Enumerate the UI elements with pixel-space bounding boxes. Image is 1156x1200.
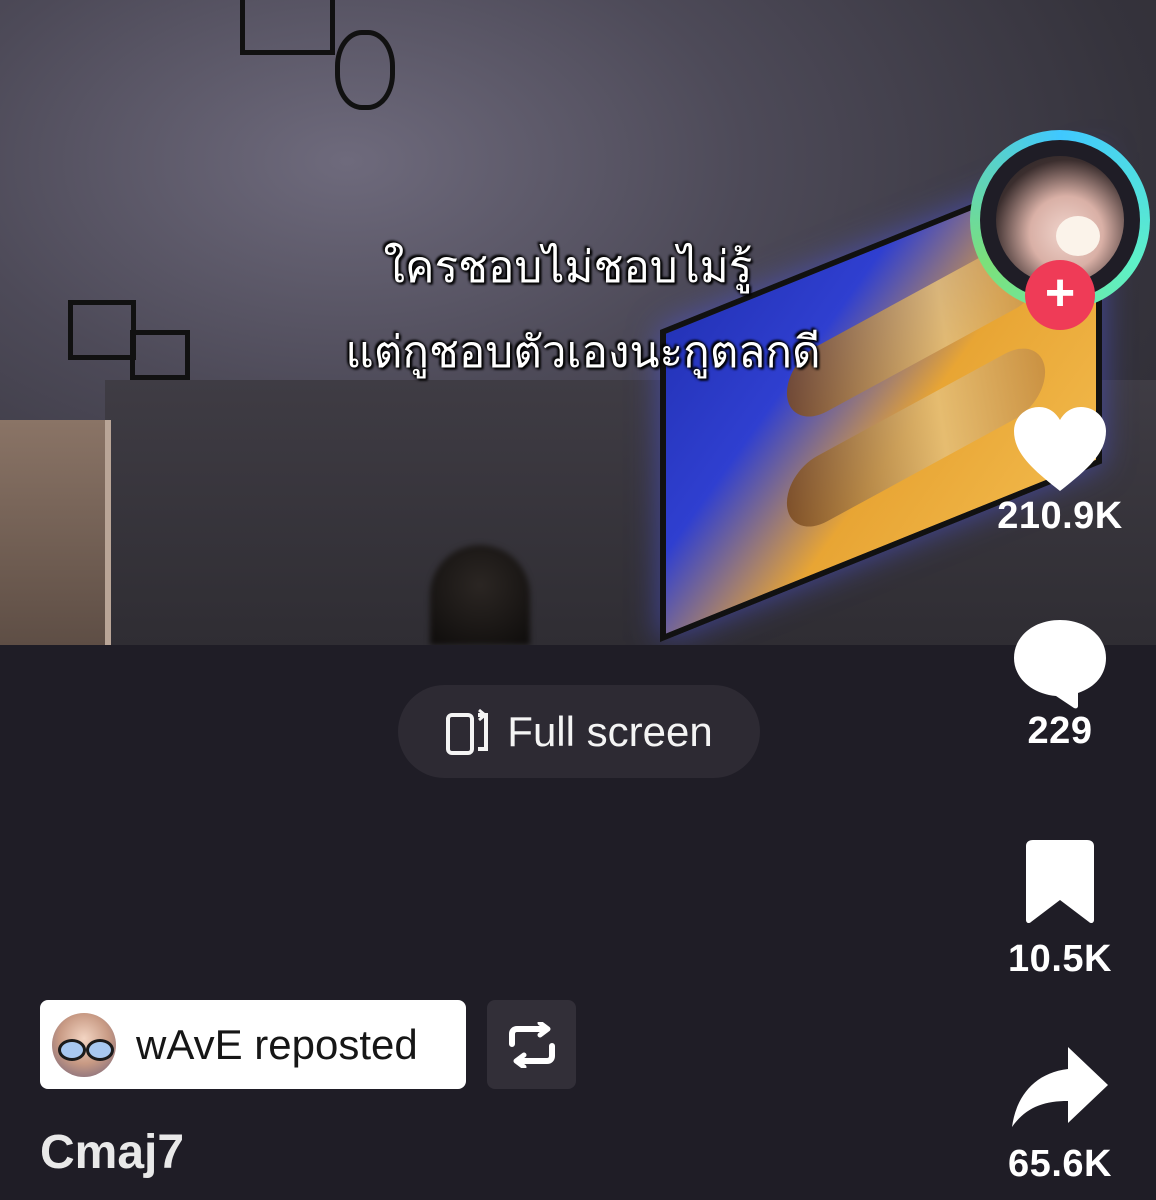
repost-label: wAvE reposted <box>136 1020 418 1068</box>
comment-button[interactable]: 229 <box>990 618 1130 753</box>
reposter-avatar <box>52 1012 116 1077</box>
share-button[interactable]: 65.6K <box>990 1045 1130 1186</box>
video-lamp <box>240 0 335 55</box>
heart-icon <box>1014 407 1106 491</box>
bookmark-button[interactable]: 10.5K <box>990 838 1130 981</box>
video-door <box>0 420 111 645</box>
like-count: 210.9K <box>997 495 1123 537</box>
bookmark-count: 10.5K <box>1008 938 1112 980</box>
like-button[interactable]: 210.9K <box>990 405 1130 538</box>
follow-plus-icon[interactable]: + <box>1025 260 1095 330</box>
fullscreen-icon <box>446 708 489 755</box>
repost-icon <box>508 1021 555 1068</box>
video-player[interactable]: ใครชอบไม่ชอบไม่รู้ แต่กูชอบตัวเองนะกูตลก… <box>0 0 1156 645</box>
share-count: 65.6K <box>1008 1143 1112 1185</box>
share-icon <box>1012 1047 1108 1127</box>
video-caption-line2: แต่กูชอบตัวเองนะกูตลกดี <box>345 327 821 378</box>
sound-title[interactable]: Cmaj7 <box>40 1125 184 1180</box>
fullscreen-label: Full screen <box>507 707 713 755</box>
repost-badge[interactable]: wAvE reposted <box>40 1000 466 1089</box>
bookmark-icon <box>1026 840 1094 924</box>
comment-icon <box>1014 620 1106 709</box>
comment-count: 229 <box>1027 710 1093 752</box>
repost-button[interactable] <box>487 1000 576 1089</box>
video-person <box>430 545 530 645</box>
fullscreen-button[interactable]: Full screen <box>398 685 760 778</box>
video-lamp <box>335 30 395 110</box>
